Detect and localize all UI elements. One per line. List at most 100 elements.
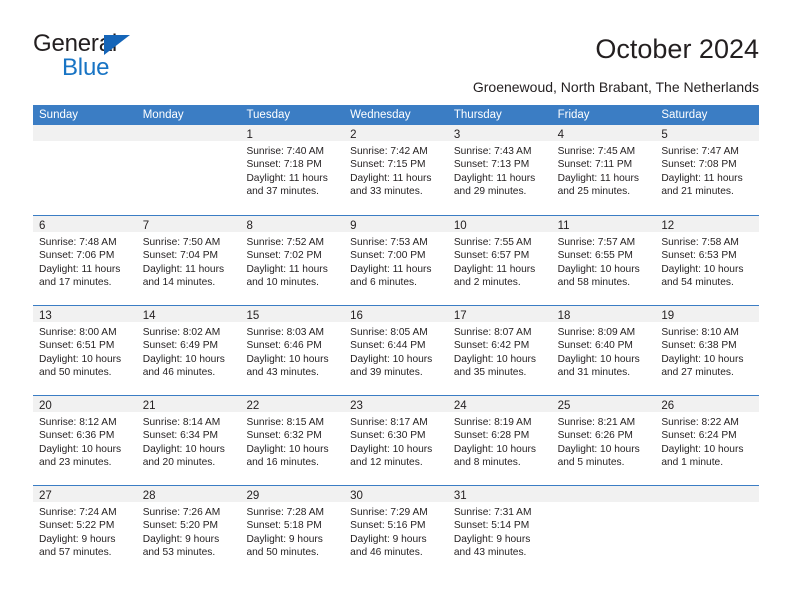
day-number-bar: 19 — [655, 306, 760, 322]
sunrise-text: Sunrise: 7:53 AM — [350, 237, 428, 248]
day-cell[interactable]: 9 Sunrise: 7:53 AM Sunset: 7:00 PM Daylight… — [344, 216, 448, 305]
sunset-text: Sunset: 7:02 PM — [246, 250, 322, 262]
day-cell[interactable]: 14 Sunrise: 8:02 AM Sunset: 6:49 PM Dayligh… — [136, 306, 241, 395]
day-number-bar — [655, 486, 760, 502]
day-cell[interactable]: 20 Sunrise: 8:12 AM Sunset: 6:36 PM Dayligh… — [33, 396, 137, 485]
sunset-text: Sunset: 5:16 PM — [350, 520, 426, 532]
day-number-bar: 26 — [655, 396, 760, 412]
day-cell[interactable]: 2 Sunrise: 7:42 AM Sunset: 7:15 PM Daylight… — [344, 125, 448, 215]
day-number: 2 — [350, 129, 357, 141]
day-cell[interactable]: 31 Sunrise: 7:31 AM Sunset: 5:14 PM Dayligh… — [447, 486, 552, 575]
calendar-grid: Sunday Monday Tuesday Wednesday Thursday… — [33, 105, 760, 575]
day-number-bar: 21 — [136, 396, 241, 412]
weekday-header-tuesday: Tuesday — [246, 109, 291, 121]
day-cell[interactable]: 24 Sunrise: 8:19 AM Sunset: 6:28 PM Dayligh… — [447, 396, 552, 485]
sunrise-text: Sunrise: 7:57 AM — [557, 237, 636, 248]
calendar-week-row: 6 Sunrise: 7:48 AM Sunset: 7:06 PM Daylight… — [33, 215, 760, 305]
day-number: 20 — [39, 400, 52, 412]
day-cell[interactable]: 25 Sunrise: 8:21 AM Sunset: 6:26 PM Dayligh… — [551, 396, 656, 485]
daylight-text-line2: and 8 minutes. — [453, 457, 521, 469]
daylight-text-line1: Daylight: 10 hours — [661, 443, 744, 455]
day-number: 10 — [453, 220, 467, 232]
day-details: Sunrise: 7:57 AM Sunset: 6:55 PM Daylight:… — [552, 232, 656, 290]
day-details: Sunrise: 7:52 AM Sunset: 7:02 PM Daylight:… — [240, 232, 344, 290]
day-cell[interactable]: 6 Sunrise: 7:48 AM Sunset: 7:06 PM Daylight… — [33, 216, 137, 305]
day-number: 16 — [350, 310, 363, 322]
day-cell[interactable]: 3 Sunrise: 7:43 AM Sunset: 7:13 PM Daylight… — [447, 125, 552, 215]
day-cell[interactable]: 4 Sunrise: 7:45 AM Sunset: 7:11 PM Daylight… — [551, 125, 656, 215]
day-number-bar: 18 — [551, 306, 656, 322]
weekday-header-friday: Friday — [557, 109, 590, 121]
daylight-text-line1: Daylight: 10 hours — [661, 263, 744, 275]
day-number: 3 — [453, 129, 461, 141]
daylight-text-line1: Daylight: 10 hours — [557, 353, 640, 365]
weekday-header-wednesday: Wednesday — [350, 109, 411, 121]
sunrise-text: Sunrise: 7:26 AM — [142, 507, 221, 518]
sunset-text: Sunset: 7:08 PM — [661, 159, 737, 171]
sunset-text: Sunset: 5:22 PM — [39, 520, 115, 532]
day-details: Sunrise: 8:07 AM Sunset: 6:42 PM Daylight:… — [448, 322, 552, 380]
day-details: Sunrise: 8:03 AM Sunset: 6:46 PM Daylight:… — [240, 322, 344, 380]
sunrise-text: Sunrise: 7:58 AM — [661, 237, 739, 248]
sunset-text: Sunset: 6:51 PM — [39, 340, 115, 352]
sunrise-text: Sunrise: 8:12 AM — [39, 417, 117, 428]
day-number: 11 — [557, 220, 570, 232]
day-number-bar: 15 — [240, 306, 345, 322]
day-cell[interactable]: 26 Sunrise: 8:22 AM Sunset: 6:24 PM Dayligh… — [655, 396, 760, 485]
day-details: Sunrise: 7:48 AM Sunset: 7:06 PM Daylight:… — [33, 232, 137, 290]
daylight-text-line2: and 57 minutes. — [39, 547, 112, 559]
day-cell[interactable]: 16 Sunrise: 8:05 AM Sunset: 6:44 PM Dayligh… — [344, 306, 448, 395]
day-details — [655, 502, 759, 506]
sunset-text: Sunset: 6:55 PM — [557, 250, 633, 262]
day-number: 30 — [350, 490, 363, 502]
day-cell[interactable]: 21 Sunrise: 8:14 AM Sunset: 6:34 PM Dayligh… — [136, 396, 241, 485]
day-details: Sunrise: 8:19 AM Sunset: 6:28 PM Daylight:… — [448, 412, 552, 470]
day-cell-empty — [551, 486, 656, 575]
day-cell[interactable]: 15 Sunrise: 8:03 AM Sunset: 6:46 PM Dayligh… — [240, 306, 345, 395]
daylight-text-line1: Daylight: 10 hours — [246, 443, 329, 455]
day-cell[interactable]: 28 Sunrise: 7:26 AM Sunset: 5:20 PM Dayligh… — [136, 486, 241, 575]
day-number-bar: 6 — [33, 216, 137, 232]
day-cell[interactable]: 30 Sunrise: 7:29 AM Sunset: 5:16 PM Dayligh… — [344, 486, 448, 575]
daylight-text-line2: and 35 minutes. — [453, 367, 527, 379]
day-details: Sunrise: 7:53 AM Sunset: 7:00 PM Daylight:… — [344, 232, 448, 290]
sunrise-text: Sunrise: 8:00 AM — [39, 327, 117, 338]
day-cell[interactable]: 19 Sunrise: 8:10 AM Sunset: 6:38 PM Dayligh… — [655, 306, 760, 395]
day-number: 17 — [453, 310, 467, 322]
day-cell[interactable]: 17 Sunrise: 8:07 AM Sunset: 6:42 PM Dayligh… — [447, 306, 552, 395]
day-cell[interactable]: 11 Sunrise: 7:57 AM Sunset: 6:55 PM Dayligh… — [551, 216, 656, 305]
daylight-text-line1: Daylight: 11 hours — [246, 172, 328, 184]
day-cell[interactable]: 10 Sunrise: 7:55 AM Sunset: 6:57 PM Dayligh… — [447, 216, 552, 305]
calendar-week-row: 27 Sunrise: 7:24 AM Sunset: 5:22 PM Dayligh… — [33, 485, 760, 575]
day-cell[interactable]: 1 Sunrise: 7:40 AM Sunset: 7:18 PM Daylight… — [240, 125, 345, 215]
sunset-text: Sunset: 6:32 PM — [246, 430, 322, 442]
daylight-text-line1: Daylight: 11 hours — [246, 263, 328, 275]
daylight-text-line2: and 37 minutes. — [246, 186, 319, 198]
day-cell[interactable]: 5 Sunrise: 7:47 AM Sunset: 7:08 PM Daylight… — [655, 125, 760, 215]
sunrise-text: Sunrise: 8:09 AM — [557, 327, 636, 338]
day-cell[interactable]: 18 Sunrise: 8:09 AM Sunset: 6:40 PM Dayligh… — [551, 306, 656, 395]
day-cell[interactable]: 12 Sunrise: 7:58 AM Sunset: 6:53 PM Dayligh… — [655, 216, 760, 305]
sunrise-text: Sunrise: 8:14 AM — [142, 417, 221, 428]
daylight-text-line1: Daylight: 10 hours — [661, 353, 744, 365]
sunset-text: Sunset: 7:04 PM — [142, 250, 219, 262]
sunrise-text: Sunrise: 7:55 AM — [453, 237, 532, 248]
day-details — [552, 502, 656, 506]
day-cell[interactable]: 8 Sunrise: 7:52 AM Sunset: 7:02 PM Daylight… — [240, 216, 345, 305]
daylight-text-line1: Daylight: 9 hours — [246, 533, 323, 545]
daylight-text-line2: and 50 minutes. — [246, 547, 319, 559]
day-details: Sunrise: 8:00 AM Sunset: 6:51 PM Daylight:… — [33, 322, 137, 380]
day-number: 21 — [142, 400, 156, 412]
day-cell[interactable]: 29 Sunrise: 7:28 AM Sunset: 5:18 PM Dayligh… — [240, 486, 345, 575]
daylight-text-line2: and 31 minutes. — [557, 367, 631, 379]
day-cell[interactable]: 13 Sunrise: 8:00 AM Sunset: 6:51 PM Dayligh… — [33, 306, 137, 395]
day-number: 27 — [39, 490, 52, 502]
day-cell[interactable]: 7 Sunrise: 7:50 AM Sunset: 7:04 PM Daylight… — [136, 216, 241, 305]
daylight-text-line2: and 17 minutes. — [39, 277, 112, 289]
day-cell[interactable]: 27 Sunrise: 7:24 AM Sunset: 5:22 PM Dayligh… — [33, 486, 137, 575]
daylight-text-line1: Daylight: 10 hours — [453, 353, 536, 365]
sunrise-text: Sunrise: 8:15 AM — [246, 417, 325, 428]
daylight-text-line2: and 14 minutes. — [142, 277, 216, 289]
day-cell[interactable]: 22 Sunrise: 8:15 AM Sunset: 6:32 PM Dayligh… — [240, 396, 345, 485]
day-cell[interactable]: 23 Sunrise: 8:17 AM Sunset: 6:30 PM Dayligh… — [344, 396, 448, 485]
